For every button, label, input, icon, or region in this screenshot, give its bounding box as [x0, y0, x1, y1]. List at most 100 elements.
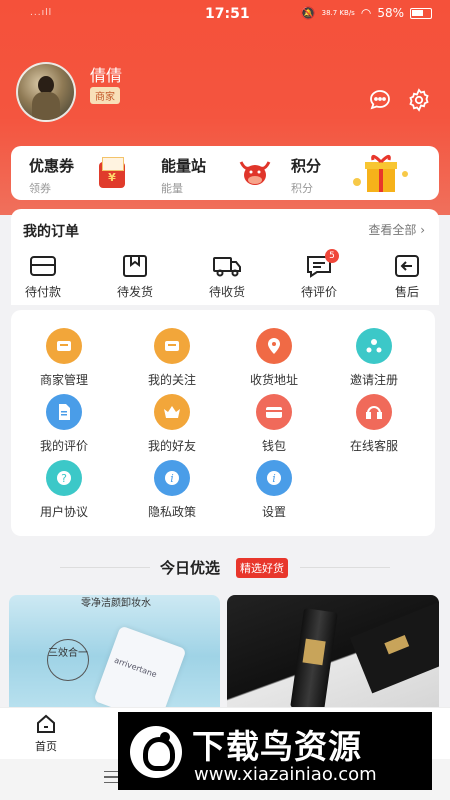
order-after-sales[interactable]: 售后	[375, 253, 439, 300]
watermark-title: 下载鸟资源	[192, 727, 362, 766]
promo-energy[interactable]: 能量站 能量	[161, 155, 206, 196]
orders-section: 我的订单 查看全部 › 待付款 待发货 待收货 5 待评价 售后	[11, 209, 439, 305]
promo-title: 积分	[291, 157, 322, 175]
home-icon	[37, 714, 55, 733]
info-icon: i	[154, 460, 190, 496]
return-icon	[395, 255, 419, 277]
today-title: 今日优选	[160, 559, 221, 577]
settings-gear-icon[interactable]	[407, 88, 431, 112]
promo-subtitle: 能量	[161, 182, 183, 195]
order-pending-review[interactable]: 5 待评价	[287, 249, 351, 300]
service-label: 设置	[261, 505, 286, 519]
order-pending-receipt[interactable]: 待收货	[195, 253, 259, 300]
service-label: 用户协议	[39, 505, 88, 519]
signal-icon: ...ıll	[30, 8, 53, 18]
service-reviews[interactable]: 我的评价	[19, 394, 109, 454]
battery-level: 58%	[377, 6, 404, 20]
service-merchant[interactable]: 商家管理	[19, 328, 109, 388]
product-badge: 三效合一	[47, 639, 89, 681]
order-label: 待收货	[208, 285, 245, 299]
service-settings[interactable]: i 设置	[229, 460, 319, 520]
order-label: 待付款	[24, 285, 61, 299]
product-card-serum[interactable]	[227, 595, 439, 707]
watermark-banner: 下载鸟资源 www.xiazainiao.com	[118, 712, 432, 790]
service-label: 在线客服	[349, 439, 398, 453]
store-icon	[46, 328, 82, 364]
review-count-badge: 5	[325, 249, 339, 263]
svg-text:?: ?	[61, 472, 67, 485]
wifi-icon: ◠	[360, 6, 372, 20]
mute-icon: 🔕	[300, 6, 316, 20]
promo-subtitle: 领券	[29, 182, 51, 195]
watermark-url: www.xiazainiao.com	[194, 764, 377, 785]
review-icon	[46, 394, 82, 430]
service-label: 我的关注	[147, 373, 196, 387]
services-grid: 商家管理 我的关注 收货地址 邀请注册 我的评价 我的好友 钱包 在线客服 ? …	[11, 310, 435, 536]
featured-tag[interactable]: 精选好货	[236, 558, 288, 578]
service-privacy[interactable]: i 隐私政策	[127, 460, 217, 520]
gift-icon	[351, 152, 411, 194]
product-tube-image	[290, 608, 338, 707]
product-brand: arrivertane	[113, 655, 159, 680]
today-picks-header: 今日优选 精选好货	[0, 552, 450, 582]
promo-subtitle: 积分	[291, 182, 313, 195]
status-time: 17:51	[205, 6, 250, 22]
view-all-link[interactable]: 查看全部 ›	[368, 221, 425, 238]
svg-text:i: i	[272, 472, 276, 485]
service-label: 隐私政策	[147, 505, 196, 519]
order-label: 待评价	[300, 285, 337, 299]
service-invite[interactable]: 邀请注册	[329, 328, 419, 388]
service-label: 我的好友	[147, 439, 196, 453]
promo-card: 优惠券 领券 ¥ 能量站 能量 积分 积分	[11, 146, 439, 200]
promo-points[interactable]: 积分 积分	[291, 155, 321, 196]
username: 倩倩	[90, 66, 123, 85]
promo-coupon[interactable]: 优惠券 领券	[29, 155, 74, 196]
network-speed: 38.7 KB/s	[321, 8, 355, 17]
coupon-symbol: ¥	[108, 171, 116, 184]
avatar[interactable]	[16, 62, 76, 122]
bull-icon	[237, 158, 273, 188]
tab-label: 首页	[35, 740, 57, 753]
invite-icon	[356, 328, 392, 364]
svg-text:i: i	[170, 472, 174, 485]
service-follow[interactable]: 我的关注	[127, 328, 217, 388]
friends-icon	[154, 394, 190, 430]
role-badge: 商家	[90, 87, 120, 104]
service-label: 收货地址	[249, 373, 298, 387]
orders-title: 我的订单	[23, 224, 79, 240]
service-label: 商家管理	[39, 373, 88, 387]
product-box-image	[349, 596, 439, 694]
truck-icon	[213, 257, 241, 277]
divider	[60, 567, 150, 568]
settings-info-icon: i	[256, 460, 292, 496]
package-icon	[123, 255, 147, 277]
message-icon[interactable]	[368, 88, 392, 112]
order-label: 售后	[394, 285, 419, 299]
promo-title: 能量站	[161, 157, 207, 175]
help-icon: ?	[46, 460, 82, 496]
service-user-agreement[interactable]: ? 用户协议	[19, 460, 109, 520]
product-card-cleanser[interactable]: 零净洁颜卸妆水 三效合一 arrivertane	[9, 595, 220, 707]
location-icon	[256, 328, 292, 364]
order-pending-shipment[interactable]: 待发货	[103, 253, 167, 300]
service-friends[interactable]: 我的好友	[127, 394, 217, 454]
service-label: 邀请注册	[349, 373, 398, 387]
service-address[interactable]: 收货地址	[229, 328, 319, 388]
coupon-icon: ¥	[99, 157, 125, 188]
wallet-card-icon	[256, 394, 292, 430]
order-pending-payment[interactable]: 待付款	[11, 253, 75, 300]
bird-logo-icon	[130, 726, 182, 778]
service-wallet[interactable]: 钱包	[229, 394, 319, 454]
service-label: 钱包	[261, 439, 286, 453]
tab-home[interactable]: 首页	[28, 713, 64, 754]
support-icon	[356, 394, 392, 430]
service-label: 我的评价	[39, 439, 88, 453]
divider	[300, 567, 390, 568]
product-caption: 零净洁颜卸妆水	[81, 598, 151, 609]
status-bar: ...ıll 17:51 🔕 38.7 KB/s ◠ 58%	[0, 0, 450, 30]
wallet-icon	[30, 256, 56, 276]
battery-icon	[410, 7, 432, 19]
follow-icon	[154, 328, 190, 364]
order-label: 待发货	[116, 285, 153, 299]
service-support[interactable]: 在线客服	[329, 394, 419, 454]
